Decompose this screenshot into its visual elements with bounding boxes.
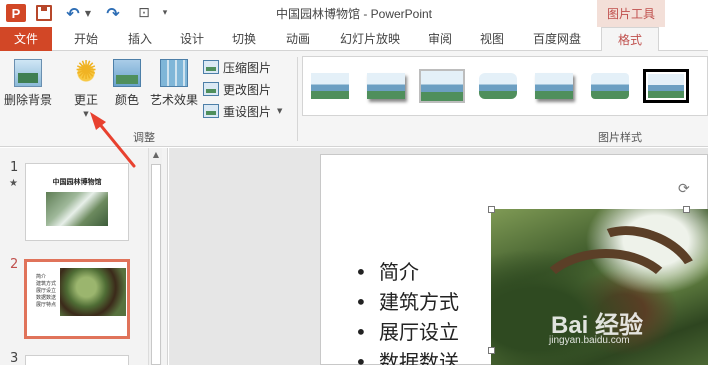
resize-handle[interactable]: [488, 347, 495, 354]
resize-handle[interactable]: [683, 206, 690, 213]
tab-slide-show[interactable]: 幻灯片放映: [330, 27, 410, 51]
slide-thumbnail-title: 中国园林博物馆: [52, 178, 102, 186]
remove-background-button[interactable]: 删除背景: [4, 59, 52, 108]
baidu-watermark-url: jingyan.baidu.com: [549, 335, 630, 346]
scrollbar-thumb[interactable]: [151, 164, 161, 365]
powerpoint-logo-icon: P: [6, 4, 26, 22]
change-picture-label: 更改图片: [223, 82, 272, 97]
picture-styles-gallery: [302, 56, 708, 116]
slide-number: 2: [10, 257, 19, 272]
sun-icon: [72, 56, 100, 87]
slide-bullet-list[interactable]: 简介 建筑方式 展厅设立 数据数送: [349, 257, 459, 365]
slide-thumbnail-bullets: 简介 建筑方式 展厅设立 数据数送 展厅特点: [36, 274, 57, 308]
save-icon[interactable]: [36, 5, 52, 21]
slide-thumbnail-2[interactable]: 简介 建筑方式 展厅设立 数据数送 展厅特点: [24, 259, 130, 339]
picture-styles-group-label: 图片样式: [598, 131, 642, 144]
slide-thumbnail-1[interactable]: 中国园林博物馆: [25, 163, 129, 241]
redo-icon[interactable]: ↷: [104, 4, 122, 23]
undo-dropdown-icon[interactable]: ▼: [84, 4, 92, 22]
slide-number: 3: [10, 351, 19, 365]
list-item: 数据数送: [349, 347, 459, 365]
picture-style-soft-edge[interactable]: [363, 69, 409, 103]
resize-handle[interactable]: [488, 206, 495, 213]
slide-canvas[interactable]: 简介 建筑方式 展厅设立 数据数送 Bai 经验 jingyan.baidu.c…: [320, 154, 708, 365]
group-divider: [297, 57, 298, 141]
picture-style-black-frame[interactable]: [643, 69, 689, 103]
picture-style-reflected[interactable]: [531, 69, 577, 103]
picture-tools-context-label: 图片工具: [597, 0, 665, 27]
compress-pictures-button[interactable]: 压缩图片: [203, 57, 282, 77]
slide-editor: 简介 建筑方式 展厅设立 数据数送 Bai 经验 jingyan.baidu.c…: [169, 148, 708, 365]
chevron-down-icon[interactable]: ▼: [277, 107, 282, 115]
slide-picture-selected[interactable]: Bai 经验 jingyan.baidu.com: [491, 209, 708, 365]
list-item: 建筑方式: [349, 287, 459, 317]
start-presentation-icon[interactable]: ⊡: [134, 4, 154, 22]
tab-review[interactable]: 审阅: [418, 27, 462, 51]
slides-thumbnail-pane: 1 ★ 中国园林博物馆 2 简介 建筑方式 展厅设立 数据数送 展厅特点 3 ▲: [0, 148, 168, 365]
reset-picture-icon: [203, 104, 219, 118]
chevron-down-icon: ▼: [83, 110, 89, 118]
reset-picture-label: 重设图片: [223, 104, 272, 119]
tab-file[interactable]: 文件: [0, 27, 52, 51]
picture-style-thick-frame[interactable]: [419, 69, 465, 103]
scroll-up-icon[interactable]: ▲: [151, 150, 161, 160]
ribbon-tabs: 文件 开始 插入 设计 切换 动画 幻灯片放映 审阅 视图 百度网盘 格式: [0, 27, 708, 52]
tab-format[interactable]: 格式: [601, 27, 659, 52]
tab-baidu-netdisk[interactable]: 百度网盘: [524, 27, 590, 51]
artistic-effects-icon: [160, 59, 188, 87]
tab-view[interactable]: 视图: [470, 27, 514, 51]
slide-thumbnail-3[interactable]: [25, 355, 129, 365]
slide-number: 1: [10, 160, 19, 175]
picture-style-simple-frame[interactable]: [307, 69, 353, 103]
artistic-effects-label: 艺术效果: [149, 93, 198, 107]
change-picture-icon: [203, 82, 219, 96]
slide-thumbnail-image: [46, 192, 108, 226]
artistic-effects-button[interactable]: 艺术效果: [148, 59, 200, 108]
undo-icon[interactable]: ↶: [64, 4, 82, 23]
adjust-group-label: 调整: [133, 131, 155, 144]
picture-style-oval[interactable]: [587, 69, 633, 103]
slide-thumbnail-image: [60, 268, 126, 316]
list-item: 展厅设立: [349, 317, 459, 347]
customize-toolbar-icon[interactable]: ▾: [160, 4, 170, 22]
tab-insert[interactable]: 插入: [118, 27, 162, 51]
tab-design[interactable]: 设计: [170, 27, 214, 51]
title-bar: P ↶ ▼ ↷ ⊡ ▾ 中国园林博物馆 - PowerPoint 图片工具: [0, 0, 708, 27]
color-icon: [113, 59, 141, 87]
remove-background-icon: [14, 59, 42, 87]
ribbon: 删除背景 更正 ▼ 颜色 艺术效果 压缩图片 更改图片 重设图片 ▼ 调整: [0, 51, 708, 147]
animation-star-icon: ★: [9, 178, 18, 189]
tab-animations[interactable]: 动画: [276, 27, 320, 51]
corrections-label: 更正: [73, 93, 98, 107]
list-item: 简介: [349, 257, 459, 287]
reset-picture-button[interactable]: 重设图片 ▼: [203, 101, 282, 121]
rotate-handle-icon[interactable]: ⟳: [678, 181, 690, 197]
color-label: 颜色: [114, 93, 139, 107]
picture-style-rounded[interactable]: [475, 69, 521, 103]
remove-background-label: 删除背景: [4, 93, 53, 107]
tab-home[interactable]: 开始: [64, 27, 108, 51]
compress-label: 压缩图片: [223, 60, 272, 75]
color-button[interactable]: 颜色: [110, 59, 144, 108]
compress-icon: [203, 60, 219, 74]
corrections-button[interactable]: 更正 ▼: [68, 56, 104, 118]
change-picture-button[interactable]: 更改图片: [203, 79, 282, 99]
tab-transitions[interactable]: 切换: [222, 27, 266, 51]
slides-pane-scrollbar[interactable]: ▲: [148, 148, 162, 365]
